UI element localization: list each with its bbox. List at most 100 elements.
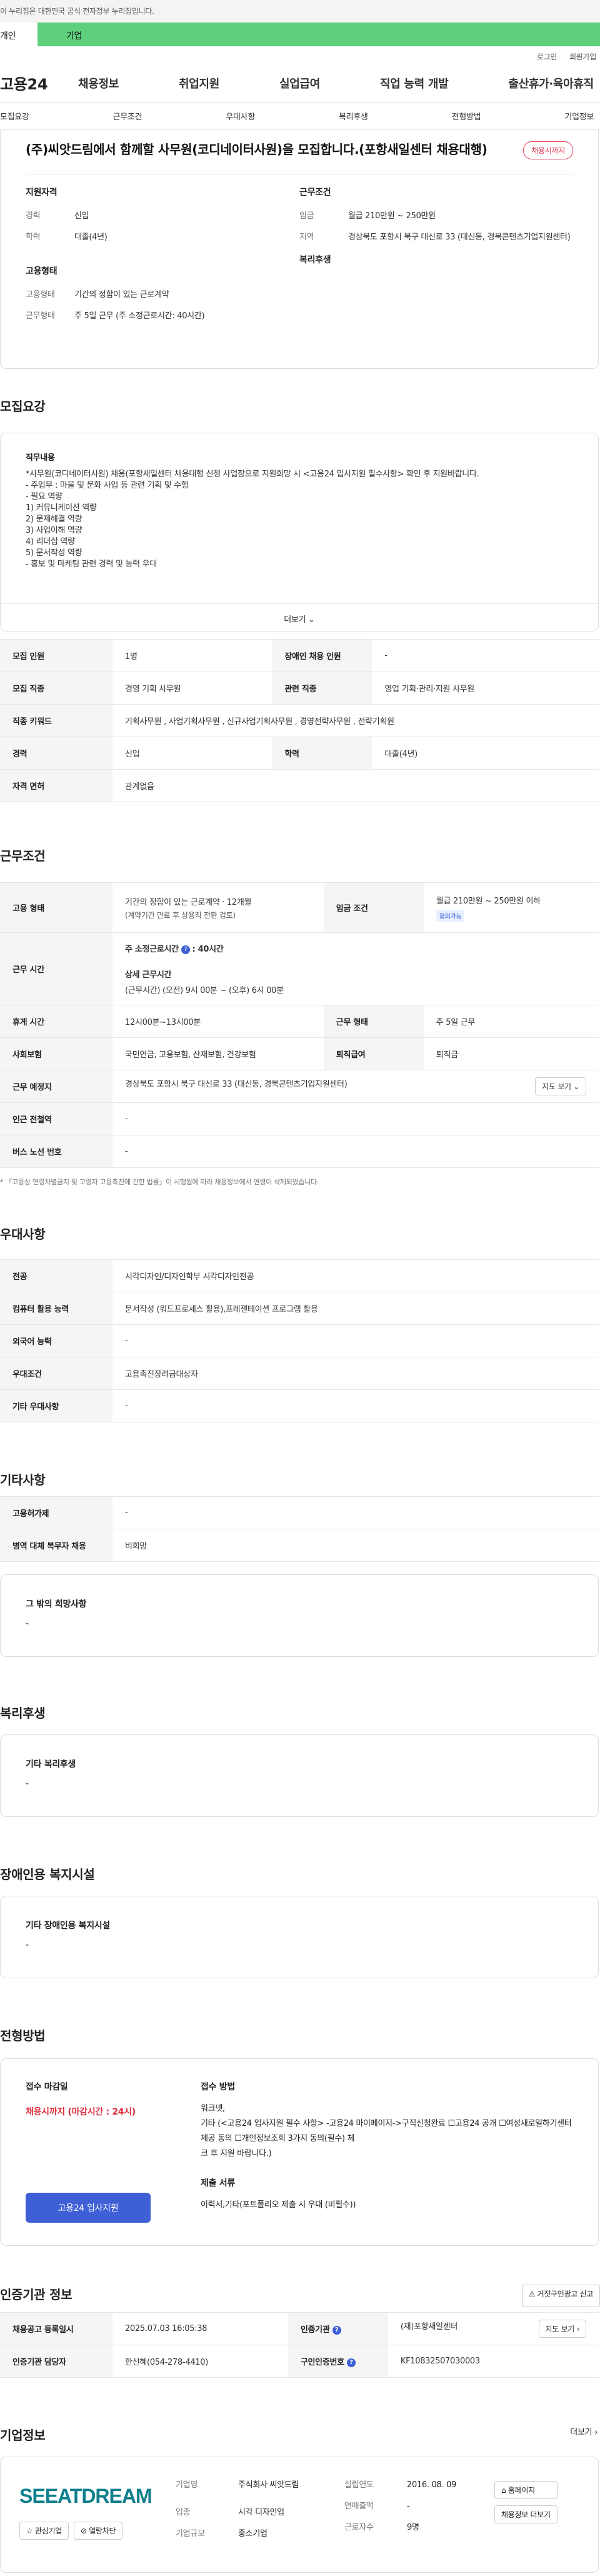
job-line: 5) 문서작성 역량 bbox=[26, 548, 82, 558]
company-more-link[interactable]: 더보기 › bbox=[570, 2425, 598, 2447]
negotiable-badge: 협의가능 bbox=[436, 909, 465, 922]
cell-key: 근무 형태 bbox=[323, 1005, 424, 1038]
cell-key: 병역 대체 복무자 채용 bbox=[0, 1529, 112, 1562]
welfare-label: 복리후생 bbox=[299, 255, 331, 265]
table-row: 사회보험 국민연금, 고용보험, 산재보험, 건강보험 퇴직급여 퇴직금 bbox=[0, 1037, 599, 1070]
cell-value: 영업 기획·관리·지원 사무원 bbox=[372, 672, 599, 705]
job-line: 4) 리더십 역량 bbox=[26, 537, 75, 546]
gov-notice-bar: 이 누리집은 대한민국 공식 전자정부 누리집입니다. bbox=[0, 0, 600, 23]
wage-value: 월급 210만원 ~ 250만원 bbox=[348, 211, 436, 221]
company-name: 주식회사 씨앗드림 bbox=[238, 2480, 299, 2490]
fav-button[interactable]: ☆ 관심기업 bbox=[19, 2522, 69, 2540]
area-key: 지역 bbox=[299, 233, 314, 242]
workcond-table: 고용 형태 기간의 정함이 있는 근로계약 · 12개월 (계약기간 만료 후 상… bbox=[0, 882, 599, 1168]
block-icon: ⊘ bbox=[80, 2527, 87, 2535]
cell-key: 근무 시간 bbox=[0, 932, 112, 1005]
cell-key: 관련 직종 bbox=[272, 672, 372, 705]
table-row: 모집 직종 경영 기획 사무원 관련 직종 영업 기획·관리·지원 사무원 bbox=[0, 672, 599, 705]
page-title: (주)씨앗드림에서 함께할 사무원(코디네이터사원)을 모집합니다.(포항새일센… bbox=[26, 142, 488, 157]
menu-job-training[interactable]: 직업 능력 개발 bbox=[380, 75, 449, 91]
cell-value: KF10832507030003 bbox=[388, 2345, 599, 2378]
table-row: 근무 예정지 경상북도 포항시 북구 대신로 33 (대신동, 경북콘텐츠기업지원… bbox=[0, 1070, 599, 1103]
cell-key: 구인인증번호 ? bbox=[288, 2345, 388, 2378]
cell-value: (재)포항새일센터 지도 보기 › bbox=[388, 2312, 599, 2345]
table-row: 외국어 능력 - bbox=[0, 1324, 599, 1357]
menu-unemployment-benefit[interactable]: 실업급여 bbox=[279, 75, 320, 91]
recruit-title: 모집요강 bbox=[0, 399, 46, 414]
cell-key: 휴게 시간 bbox=[0, 1005, 112, 1038]
signup-link[interactable]: 회원가입 bbox=[569, 51, 596, 64]
cell-value: 한선혜(054-278-4410) bbox=[112, 2345, 288, 2378]
cell-key: 경력 bbox=[0, 737, 112, 770]
cell-value: 관계없음 bbox=[112, 769, 599, 802]
welfare-card: 기타 복리후생 - bbox=[0, 1734, 599, 1817]
table-row: 전공 시각디자인/디자인학부 시각디자인전공 bbox=[0, 1259, 599, 1292]
info-icon[interactable]: ? bbox=[181, 945, 190, 954]
job-line: - 주업무 : 마을 및 문화 사업 등 관련 기획 및 수행 bbox=[26, 481, 189, 490]
table-row: 자격 면허 관계없음 bbox=[0, 769, 599, 802]
cell-value: 경상북도 포항시 북구 대신로 33 (대신동, 경북콘텐츠기업지원센터) 지도 … bbox=[112, 1070, 599, 1103]
main-nav: 고용24 채용정보 취업지원 실업급여 직업 능력 개발 출산휴가·육아휴직 bbox=[0, 64, 600, 103]
table-row: 직종 키워드 기획사무원 , 사업기획사무원 , 신규사업기획사무원 , 경영전략… bbox=[0, 704, 599, 737]
subnav-workcond[interactable]: 근무조건 bbox=[113, 110, 142, 122]
edu-value: 대졸(4년) bbox=[74, 233, 108, 242]
cell-key: 사회보험 bbox=[0, 1037, 112, 1070]
subnav-apply[interactable]: 전형방법 bbox=[452, 110, 481, 122]
cell-value: 월급 210만원 ~ 250만원 이하 협의가능 bbox=[423, 882, 599, 933]
table-row: 채용공고 등록일시 2025.07.03 16:05:38 인증기관 ? (재)포항새… bbox=[0, 2312, 599, 2345]
agency-title: 인증기관 정보 bbox=[0, 2287, 72, 2302]
cell-key: 임금 조건 bbox=[323, 882, 424, 933]
cell-value: 고용촉진장려금대상자 bbox=[112, 1357, 599, 1390]
homepage-button[interactable]: ⌂ 홈페이지 bbox=[494, 2481, 558, 2499]
age-note: * 「고용상 연령차별금지 및 고령자 고용촉진에 관한 법률」이 시행됨에 따… bbox=[0, 1178, 319, 1186]
subnav-pref[interactable]: 우대사항 bbox=[226, 110, 255, 122]
company-card: SEEATDREAM ☆ 관심기업 ⊘ 열람차단 기업명 업종 기업규모 주식회사 … bbox=[0, 2457, 599, 2573]
table-row: 컴퓨터 활용 능력 문서작성 (워드프로세스 활용),프레젠테이션 프로그램 활용 bbox=[0, 1292, 599, 1325]
career-key: 경력 bbox=[26, 211, 41, 221]
job-line: 1) 커뮤니케이션 역량 bbox=[26, 503, 97, 513]
area-value: 경상북도 포항시 북구 대신로 33 (대신동, 경북콘텐츠기업지원센터) bbox=[348, 233, 571, 242]
user-type-tabs: 개인 기업 bbox=[0, 23, 600, 46]
cell-key: 기타 우대사항 bbox=[0, 1389, 112, 1422]
section-nav: 모집요강 근무조건 우대사항 복리후생 전형방법 기업정보 bbox=[0, 103, 600, 130]
site-logo[interactable]: 고용24 bbox=[0, 72, 78, 94]
cell-key: 고용허가제 bbox=[0, 1496, 112, 1529]
tab-corporate[interactable]: 기업 bbox=[38, 23, 600, 46]
menu-employment-support[interactable]: 취업지원 bbox=[179, 75, 219, 91]
recruit-table: 모집 인원 1명 장애인 채용 인원 - 모집 직종 경영 기획 사무원 관련 직종 영업 … bbox=[0, 639, 599, 802]
cell-value: 기획사무원 , 사업기획사무원 , 신규사업기획사무원 , 경영전략사무원 , … bbox=[112, 704, 599, 737]
menu-jobs[interactable]: 채용정보 bbox=[78, 75, 119, 91]
deadline-value: 채용시까지 (마감시간 : 24시) bbox=[26, 2107, 136, 2117]
subnav-welfare[interactable]: 복리후생 bbox=[339, 110, 368, 122]
report-button[interactable]: ⚠ 거짓구인광고 신고 bbox=[521, 2285, 600, 2307]
block-button[interactable]: ⊘ 열람차단 bbox=[73, 2522, 123, 2540]
table-row: 병역 대체 복무자 채용 비희망 bbox=[0, 1529, 599, 1562]
cell-value: 비희망 bbox=[112, 1529, 599, 1562]
apply-button[interactable]: 고용24 입사지원 bbox=[26, 2193, 151, 2223]
cell-key: 인증기관 담당자 bbox=[0, 2345, 112, 2378]
company-jobs-button[interactable]: 채용정보 더보기 bbox=[494, 2505, 558, 2523]
map-button[interactable]: 지도 보기 ⌄ bbox=[535, 1077, 586, 1095]
subnav-recruit[interactable]: 모집요강 bbox=[0, 110, 29, 122]
table-row: 고용 형태 기간의 정함이 있는 근로계약 · 12개월 (계약기간 만료 후 상… bbox=[0, 882, 599, 933]
table-row: 고용허가제 - bbox=[0, 1496, 599, 1529]
subnav-company[interactable]: 기업정보 bbox=[564, 110, 594, 122]
login-link[interactable]: 로그인 bbox=[537, 51, 558, 64]
info-icon[interactable]: ? bbox=[347, 2358, 356, 2367]
job-line: - 필요 역량 bbox=[26, 492, 62, 501]
cell-value: 2025.07.03 16:05:38 bbox=[112, 2312, 288, 2345]
cell-key: 인근 전철역 bbox=[0, 1102, 112, 1135]
cell-key: 채용공고 등록일시 bbox=[0, 2312, 112, 2345]
apply-card: 접수 마감일 채용시까지 (마감시간 : 24시) 고용24 입사지원 접수 방… bbox=[0, 2058, 599, 2246]
disab-card: 기타 장애인용 복지시설 - bbox=[0, 1896, 599, 1978]
apply-title: 전형방법 bbox=[0, 2028, 46, 2043]
more-button[interactable]: 더보기 ⌄ bbox=[1, 603, 598, 631]
career-value: 신입 bbox=[74, 211, 89, 221]
tab-personal[interactable]: 개인 bbox=[0, 23, 38, 46]
info-icon[interactable]: ? bbox=[332, 2325, 341, 2335]
menu-parental-leave[interactable]: 출산휴가·육아휴직 bbox=[508, 75, 594, 91]
map-button[interactable]: 지도 보기 › bbox=[538, 2320, 586, 2338]
cell-key: 모집 직종 bbox=[0, 672, 112, 705]
wage-key: 임금 bbox=[299, 211, 314, 221]
company-logo: SEEATDREAM bbox=[19, 2485, 152, 2507]
